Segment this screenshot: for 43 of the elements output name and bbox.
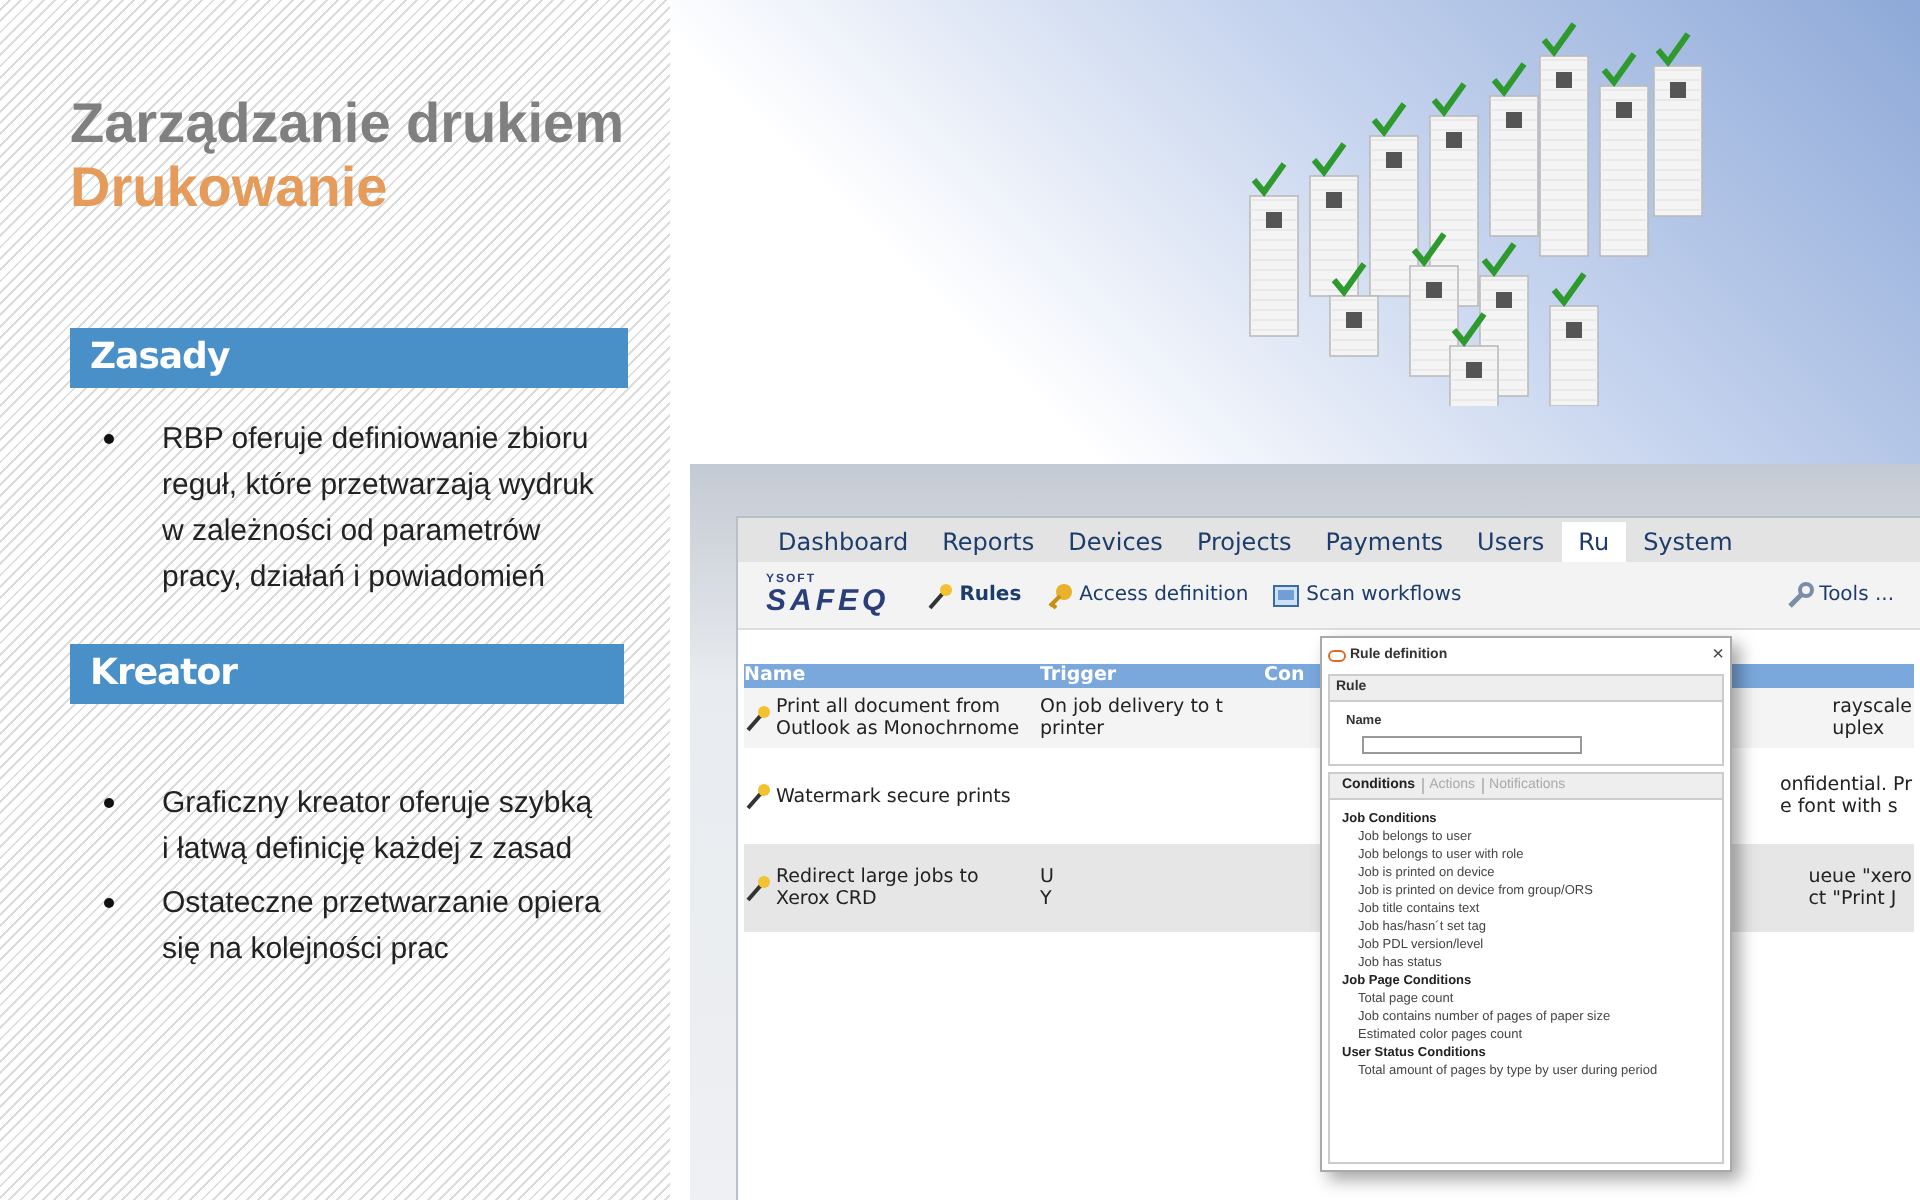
toolbar-button[interactable]: Access definition (1045, 580, 1249, 610)
bullet-text: Ostateczne przetwarzanie opiera się na kolejności prac (162, 884, 602, 970)
magic-wand-icon (925, 581, 954, 609)
nav-tab[interactable]: Dashboard (762, 522, 925, 562)
toolbar-button[interactable]: Rules (925, 580, 1022, 610)
table-cell: On job delivery to t printer (1040, 696, 1223, 740)
toolbar-button[interactable]: Scan workflows (1272, 580, 1462, 610)
bullet-text: RBP oferuje definiowanie zbioru reguł, które przetwarzają wydruk w zależności od parametrów pracy, działań i powiadomień (162, 420, 596, 598)
table-cell-text: Watermark secure prints (776, 785, 1013, 807)
nav-tab[interactable]: Users (1461, 522, 1561, 562)
slide-title: Zarządzanie drukiem (70, 92, 626, 156)
key-icon (1045, 581, 1074, 609)
table-cell: onfidential. Pr e font with s (1779, 774, 1912, 818)
nav-tab[interactable]: Payments (1309, 522, 1460, 562)
slide-subtitle: Drukowanie (70, 156, 390, 220)
toolbar-button[interactable]: Tools ... (1785, 580, 1895, 610)
nav-tab[interactable]: Reports (926, 522, 1051, 562)
magic-wand-icon (744, 704, 772, 732)
logo-text: SAFEQ (766, 586, 890, 616)
bullet-icon (104, 434, 114, 444)
table-cell-text: Print all document from Outlook as Monochrnome (776, 696, 1022, 740)
section-heading: Zasady (70, 328, 628, 388)
bullet-text: Graficzny kreator oferuje szybką i łatwą definicję każdej z zasad (162, 784, 595, 870)
name-field[interactable] (1362, 735, 1582, 754)
nav-tab[interactable]: Ru (1562, 522, 1626, 562)
table-cell-text: Redirect large jobs to Xerox CRD (776, 866, 981, 910)
bullet-icon (104, 798, 114, 808)
table-cell: rayscale uplex (1832, 696, 1912, 740)
column-header: Con (1264, 664, 1307, 688)
nav-tab[interactable]: Devices (1052, 522, 1179, 562)
section-heading: Kreator (70, 644, 624, 704)
nav-tab[interactable]: Projects (1180, 522, 1308, 562)
column-header: Name (744, 664, 808, 688)
magic-wand-icon (744, 874, 772, 902)
bullet-icon (104, 898, 114, 908)
magic-wand-icon (744, 782, 772, 810)
close-button[interactable]: × (1712, 646, 1724, 666)
table-cell: ueue "xero ct "Print J (1808, 866, 1912, 910)
nav-tab[interactable]: System (1627, 522, 1749, 562)
scanner-icon (1272, 583, 1301, 607)
table-cell: U Y (1040, 866, 1054, 910)
link-icon (1328, 650, 1346, 662)
column-header: Trigger (1040, 664, 1119, 688)
